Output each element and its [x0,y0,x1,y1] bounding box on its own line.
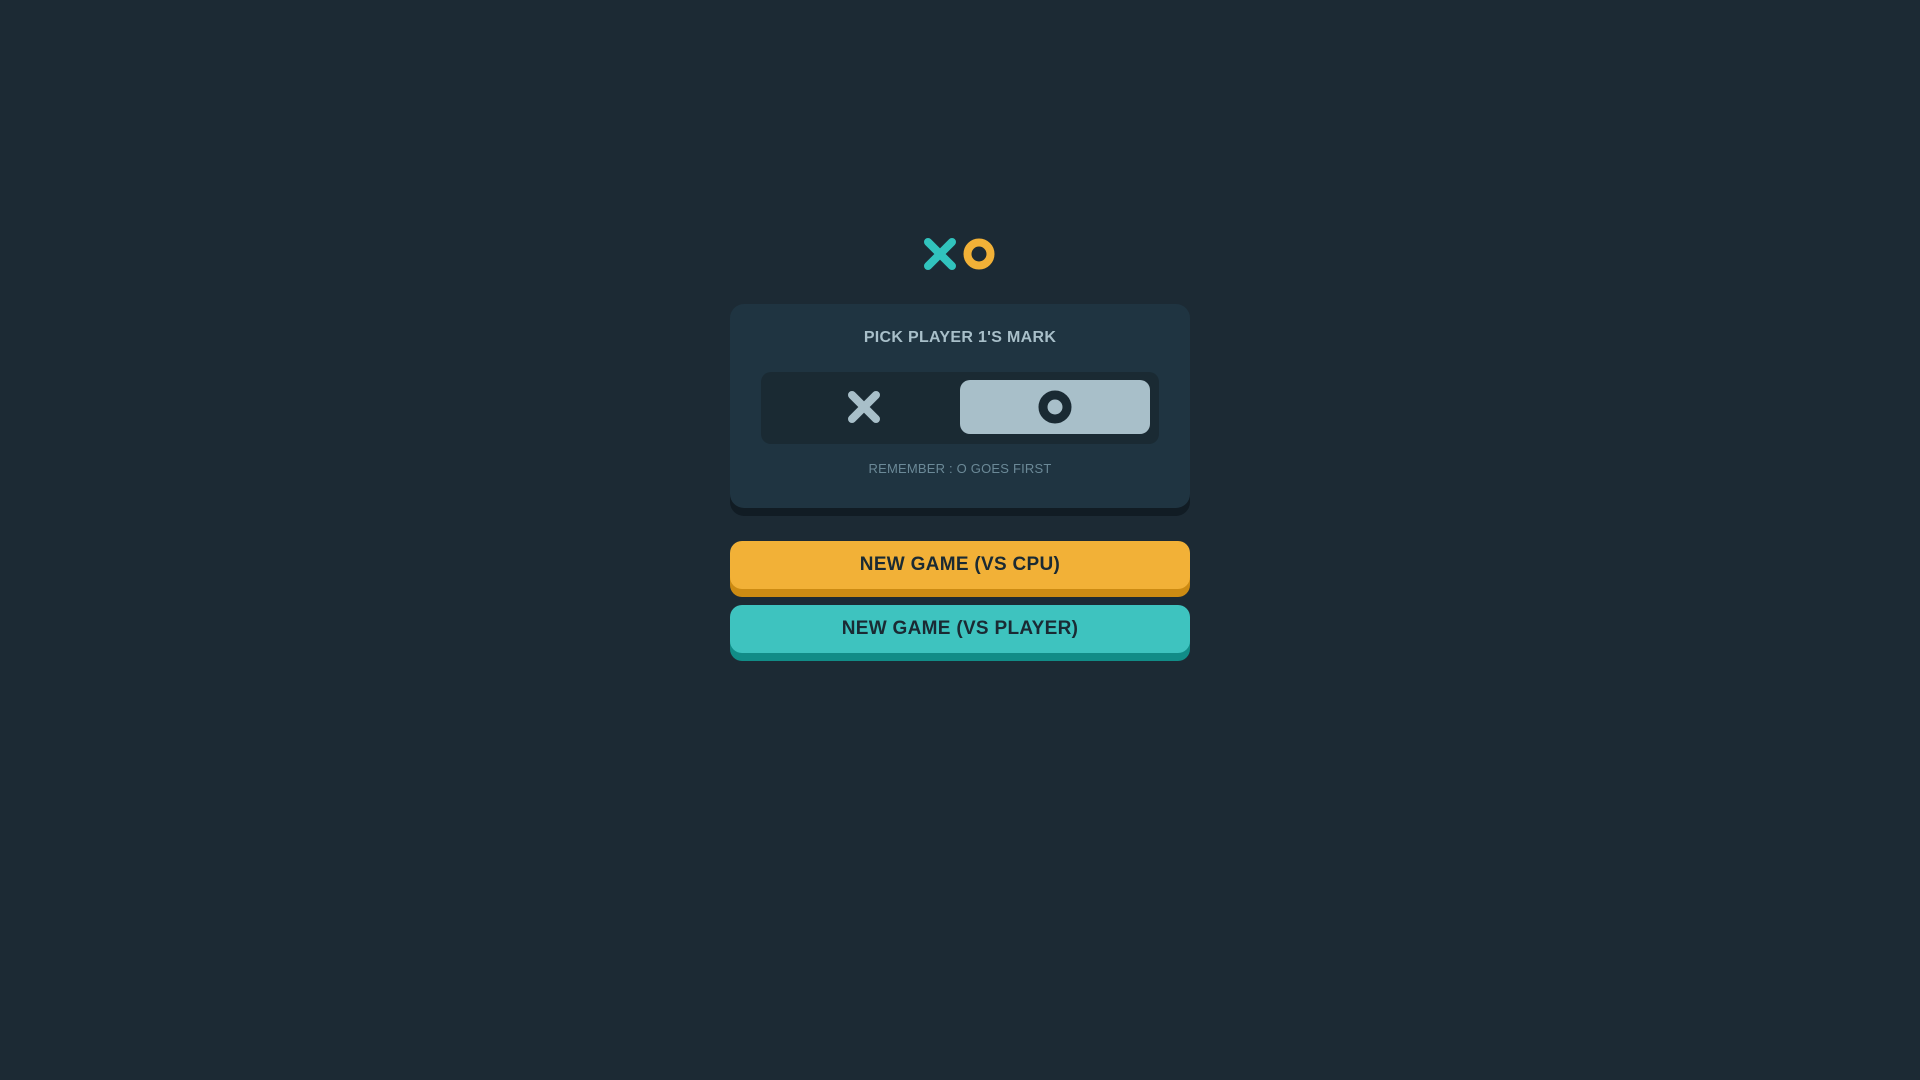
logo-marks [924,238,995,270]
game-logo [924,238,996,272]
new-game-vs-cpu-button[interactable]: NEW GAME (VS CPU) [730,541,1190,589]
new-game-vs-player-button[interactable]: NEW GAME (VS PLAYER) [730,605,1190,653]
o-mark-icon [1038,390,1072,424]
pick-x-option[interactable] [769,380,959,434]
x-mark-icon [848,391,880,423]
first-move-hint: REMEMBER : O GOES FIRST [868,461,1052,476]
mark-toggle [761,372,1159,444]
mark-picker-title: PICK PLAYER 1'S MARK [863,329,1057,346]
o-mark-icon [963,238,995,270]
x-mark-icon [924,238,956,270]
mark-picker-card: PICK PLAYER 1'S MARK REMEMBER : O GOES F… [730,304,1190,508]
pick-o-option[interactable] [960,380,1150,434]
